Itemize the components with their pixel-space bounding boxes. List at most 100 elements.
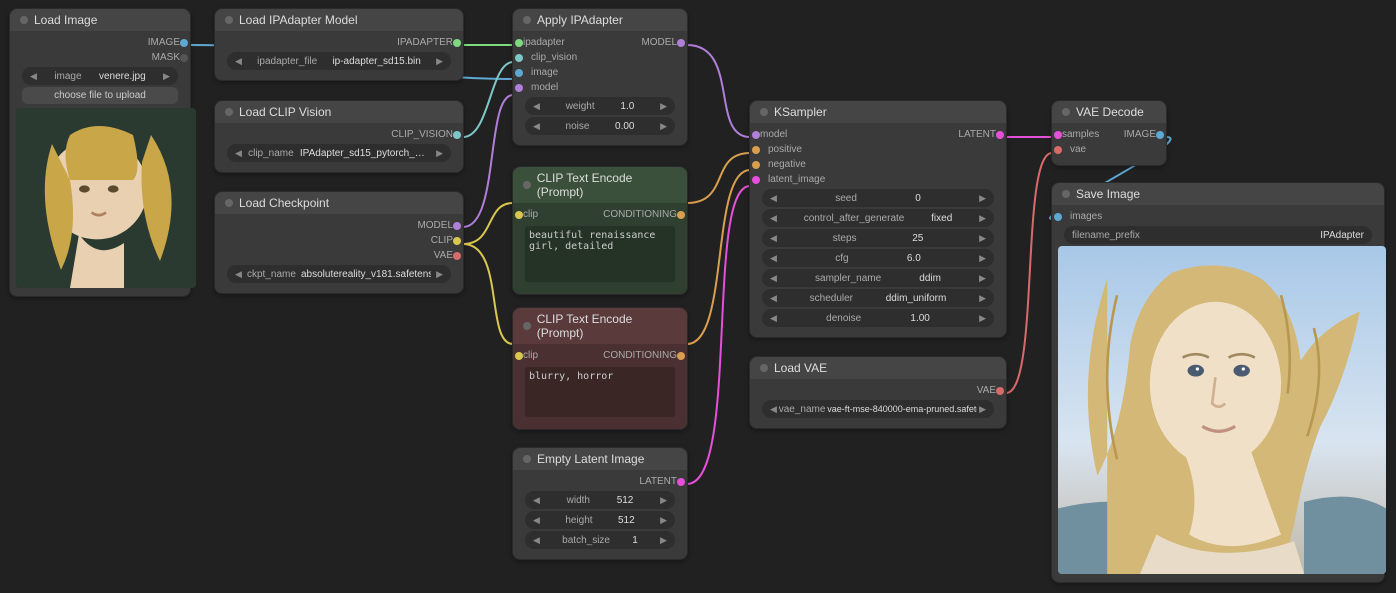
prev-arrow-icon[interactable]: ◀	[235, 269, 242, 280]
node-load-checkpoint[interactable]: Load Checkpoint MODEL CLIP VAE ◀ ckpt_na…	[214, 191, 464, 294]
node-header[interactable]: Load IPAdapter Model	[215, 9, 463, 31]
next-arrow-icon[interactable]: ▶	[660, 515, 667, 526]
noise-field[interactable]: ◀ noise 0.00 ▶	[525, 117, 675, 135]
port-clip-in[interactable]	[515, 352, 523, 360]
prev-arrow-icon[interactable]: ◀	[770, 233, 777, 244]
cfg-field[interactable]: ◀cfg6.0▶	[762, 249, 994, 267]
node-header[interactable]: CLIP Text Encode (Prompt)	[513, 167, 687, 203]
ckpt-name-field[interactable]: ◀ ckpt_name absolutereality_v181.safeten…	[227, 265, 451, 283]
prev-arrow-icon[interactable]: ◀	[30, 71, 37, 82]
prompt-text-input[interactable]: blurry, horror	[525, 367, 675, 417]
port-latent-out[interactable]	[677, 478, 685, 486]
prev-arrow-icon[interactable]: ◀	[235, 148, 242, 159]
prev-arrow-icon[interactable]: ◀	[770, 404, 777, 415]
next-arrow-icon[interactable]: ▶	[979, 293, 986, 304]
collapse-dot-icon[interactable]	[523, 455, 531, 463]
next-arrow-icon[interactable]: ▶	[660, 101, 667, 112]
port-ipadapter-in[interactable]	[515, 39, 523, 47]
prev-arrow-icon[interactable]: ◀	[533, 121, 540, 132]
port-image-in[interactable]	[515, 69, 523, 77]
node-header[interactable]: Load Checkpoint	[215, 192, 463, 214]
port-vae-in[interactable]	[1054, 146, 1062, 154]
prev-arrow-icon[interactable]: ◀	[235, 56, 242, 67]
next-arrow-icon[interactable]: ▶	[979, 273, 986, 284]
port-vae-out[interactable]	[453, 252, 461, 260]
next-arrow-icon[interactable]: ▶	[979, 233, 986, 244]
node-header[interactable]: Save Image	[1052, 183, 1384, 205]
prev-arrow-icon[interactable]: ◀	[770, 213, 777, 224]
port-positive-in[interactable]	[752, 146, 760, 154]
next-arrow-icon[interactable]: ▶	[979, 253, 986, 264]
node-load-vae[interactable]: Load VAE VAE ◀ vae_name vae-ft-mse-84000…	[749, 356, 1007, 429]
port-model-out[interactable]	[677, 39, 685, 47]
port-samples-in[interactable]	[1054, 131, 1062, 139]
collapse-dot-icon[interactable]	[760, 364, 768, 372]
node-ksampler[interactable]: KSampler model LATENT positive negative …	[749, 100, 1007, 338]
port-image-out[interactable]	[180, 39, 188, 47]
next-arrow-icon[interactable]: ▶	[436, 269, 443, 280]
node-apply-ipadapter[interactable]: Apply IPAdapter ipadapter MODEL clip_vis…	[512, 8, 688, 146]
height-field[interactable]: ◀ height 512 ▶	[525, 511, 675, 529]
scheduler-field[interactable]: ◀schedulerddim_uniform▶	[762, 289, 994, 307]
collapse-dot-icon[interactable]	[1062, 108, 1070, 116]
node-header[interactable]: Empty Latent Image	[513, 448, 687, 470]
collapse-dot-icon[interactable]	[225, 199, 233, 207]
control-after-generate-field[interactable]: ◀control_after_generatefixed▶	[762, 209, 994, 227]
image-file-field[interactable]: ◀ image venere.jpg ▶	[22, 67, 178, 85]
port-images-in[interactable]	[1054, 213, 1062, 221]
port-model-in[interactable]	[752, 131, 760, 139]
denoise-field[interactable]: ◀denoise1.00▶	[762, 309, 994, 327]
prev-arrow-icon[interactable]: ◀	[770, 193, 777, 204]
node-clip-text-positive[interactable]: CLIP Text Encode (Prompt) clip CONDITION…	[512, 166, 688, 295]
next-arrow-icon[interactable]: ▶	[979, 404, 986, 415]
width-field[interactable]: ◀ width 512 ▶	[525, 491, 675, 509]
node-header[interactable]: Load Image	[10, 9, 190, 31]
ipadapter-file-field[interactable]: ◀ ipadapter_file ip-adapter_sd15.bin ▶	[227, 52, 451, 70]
next-arrow-icon[interactable]: ▶	[979, 213, 986, 224]
node-vae-decode[interactable]: VAE Decode samples IMAGE vae	[1051, 100, 1167, 166]
upload-button[interactable]: choose file to upload	[22, 87, 178, 104]
port-ipadapter-out[interactable]	[453, 39, 461, 47]
collapse-dot-icon[interactable]	[1062, 190, 1070, 198]
node-header[interactable]: Load CLIP Vision	[215, 101, 463, 123]
next-arrow-icon[interactable]: ▶	[979, 193, 986, 204]
prev-arrow-icon[interactable]: ◀	[533, 535, 540, 546]
node-header[interactable]: CLIP Text Encode (Prompt)	[513, 308, 687, 344]
seed-field[interactable]: ◀seed0▶	[762, 189, 994, 207]
port-negative-in[interactable]	[752, 161, 760, 169]
sampler-name-field[interactable]: ◀sampler_nameddim▶	[762, 269, 994, 287]
prev-arrow-icon[interactable]: ◀	[533, 101, 540, 112]
steps-field[interactable]: ◀steps25▶	[762, 229, 994, 247]
collapse-dot-icon[interactable]	[225, 108, 233, 116]
prev-arrow-icon[interactable]: ◀	[770, 293, 777, 304]
next-arrow-icon[interactable]: ▶	[163, 71, 170, 82]
port-latent-in[interactable]	[752, 176, 760, 184]
port-conditioning-out[interactable]	[677, 352, 685, 360]
prev-arrow-icon[interactable]: ◀	[533, 515, 540, 526]
collapse-dot-icon[interactable]	[523, 181, 531, 189]
port-model-in[interactable]	[515, 84, 523, 92]
batch-size-field[interactable]: ◀ batch_size 1 ▶	[525, 531, 675, 549]
next-arrow-icon[interactable]: ▶	[660, 121, 667, 132]
port-mask-out[interactable]	[180, 54, 188, 62]
next-arrow-icon[interactable]: ▶	[979, 313, 986, 324]
next-arrow-icon[interactable]: ▶	[660, 535, 667, 546]
node-load-ipadapter[interactable]: Load IPAdapter Model IPADAPTER ◀ ipadapt…	[214, 8, 464, 81]
node-clip-text-negative[interactable]: CLIP Text Encode (Prompt) clip CONDITION…	[512, 307, 688, 430]
prev-arrow-icon[interactable]: ◀	[770, 313, 777, 324]
node-header[interactable]: KSampler	[750, 101, 1006, 123]
node-header[interactable]: Apply IPAdapter	[513, 9, 687, 31]
node-load-image[interactable]: Load Image IMAGE MASK ◀ image venere.jpg…	[9, 8, 191, 297]
prompt-text-input[interactable]: beautiful renaissance girl, detailed	[525, 226, 675, 282]
port-conditioning-out[interactable]	[677, 211, 685, 219]
port-clip-in[interactable]	[515, 211, 523, 219]
prev-arrow-icon[interactable]: ◀	[770, 253, 777, 264]
node-save-image[interactable]: Save Image images filename_prefix IPAdap…	[1051, 182, 1385, 583]
port-clipvision-out[interactable]	[453, 131, 461, 139]
weight-field[interactable]: ◀ weight 1.0 ▶	[525, 97, 675, 115]
next-arrow-icon[interactable]: ▶	[436, 56, 443, 67]
collapse-dot-icon[interactable]	[20, 16, 28, 24]
vae-name-field[interactable]: ◀ vae_name vae-ft-mse-840000-ema-pruned.…	[762, 400, 994, 418]
node-header[interactable]: VAE Decode	[1052, 101, 1166, 123]
port-latent-out[interactable]	[996, 131, 1004, 139]
